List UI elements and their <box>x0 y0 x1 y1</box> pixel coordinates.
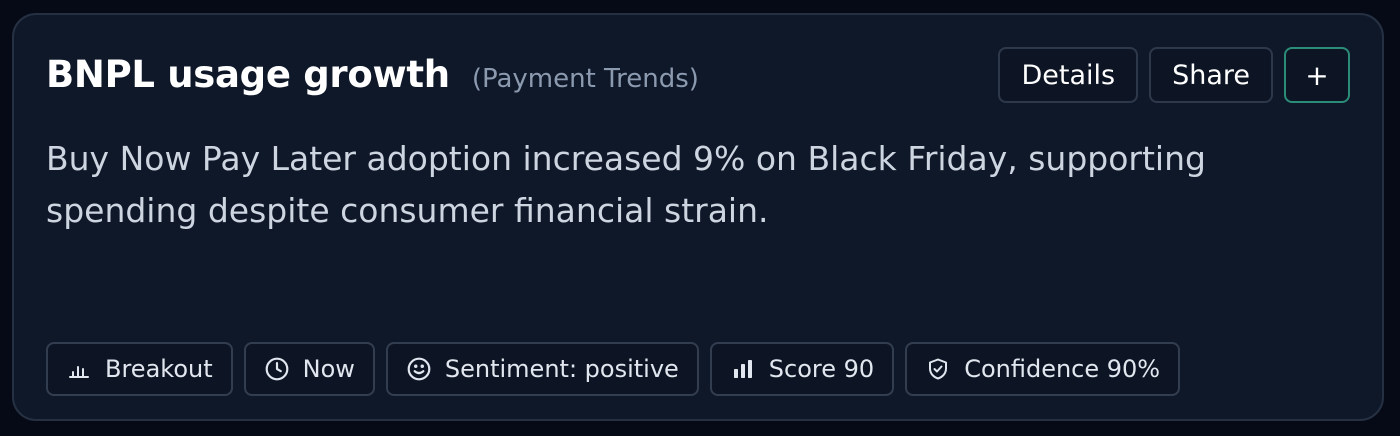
card-tags: Breakout Now Sentiment: positive Score 9… <box>46 342 1181 396</box>
add-button[interactable]: + <box>1284 47 1350 103</box>
clock-icon <box>264 356 290 382</box>
details-button[interactable]: Details <box>998 47 1139 103</box>
card-category: (Payment Trends) <box>471 64 699 94</box>
chip-confidence: Confidence 90% <box>905 342 1181 396</box>
chip-sentiment-label: Sentiment: positive <box>444 355 679 383</box>
chip-confidence-label: Confidence 90% <box>964 355 1161 383</box>
card-actions: Details Share + <box>998 47 1350 103</box>
chip-breakout: Breakout <box>46 342 233 396</box>
chip-time-label: Now <box>302 355 355 383</box>
card-header: BNPL usage growth (Payment Trends) <box>46 53 699 96</box>
card-description: Buy Now Pay Later adoption increased 9% … <box>46 139 1206 230</box>
chip-time: Now <box>243 342 375 396</box>
smiley-icon <box>406 356 432 382</box>
card-title: BNPL usage growth <box>46 53 450 96</box>
share-button[interactable]: Share <box>1149 47 1273 103</box>
shield-check-icon <box>925 356 951 382</box>
chip-breakout-label: Breakout <box>105 355 213 383</box>
chip-score: Score 90 <box>709 342 895 396</box>
bar-chart-icon <box>730 356 756 382</box>
chip-sentiment: Sentiment: positive <box>385 342 699 396</box>
bar-chart-small-icon <box>66 356 92 382</box>
chip-score-label: Score 90 <box>768 355 875 383</box>
trend-card: BNPL usage growth (Payment Trends) Detai… <box>12 13 1384 421</box>
